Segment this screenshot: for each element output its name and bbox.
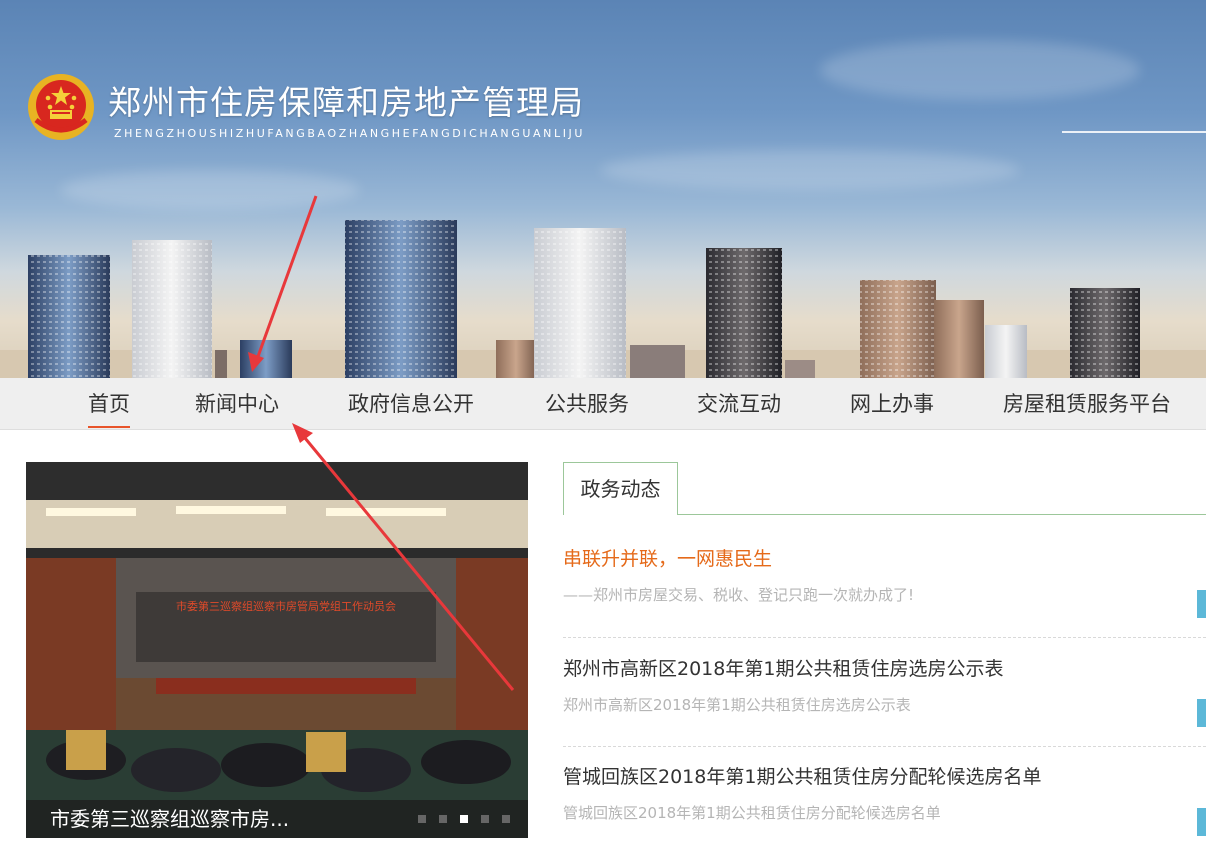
slider-pagination	[418, 815, 510, 823]
news-image-slider[interactable]: 市委第三巡察组巡察市房管局党组工作动员会 市委第三巡察组巡察市房...	[26, 462, 528, 838]
news-item[interactable]: 串联升并联，一网惠民生 ——郑州市房屋交易、税收、登记只跑一次就办成了!	[563, 544, 1206, 605]
slider-dot-active[interactable]	[460, 815, 468, 823]
tab-gov-affairs[interactable]: 政务动态	[563, 462, 678, 515]
news-summary: 郑州市高新区2018年第1期公共租赁住房选房公示表	[563, 696, 911, 714]
site-subtitle: ZHENGZHOUSHIZHUFANGBAOZHANGHEFANGDICHANG…	[114, 127, 586, 140]
news-divider	[563, 637, 1206, 638]
slider-dot[interactable]	[439, 815, 447, 823]
news-marker	[1197, 699, 1206, 727]
news-summary: ——郑州市房屋交易、税收、登记只跑一次就办成了!	[563, 586, 915, 604]
site-title: 郑州市住房保障和房地产管理局	[108, 83, 584, 122]
news-title[interactable]: 管城回族区2018年第1期公共租赁住房分配轮候选房名单	[563, 762, 1206, 789]
news-marker	[1197, 590, 1206, 618]
nav-item-interaction[interactable]: 交流互动	[697, 378, 781, 430]
news-title[interactable]: 串联升并联，一网惠民生	[563, 544, 1206, 571]
meeting-photo: 市委第三巡察组巡察市房管局党组工作动员会	[26, 500, 528, 838]
slider-dot[interactable]	[502, 815, 510, 823]
nav-item-home[interactable]: 首页	[88, 378, 130, 430]
slider-dot[interactable]	[418, 815, 426, 823]
news-summary: 管城回族区2018年第1期公共租赁住房分配轮候选房名单	[563, 804, 941, 822]
slide-caption-bar: 市委第三巡察组巡察市房...	[26, 800, 528, 838]
nav-item-public-service[interactable]: 公共服务	[545, 378, 629, 430]
meeting-banner-text: 市委第三巡察组巡察市房管局党组工作动员会	[176, 599, 396, 613]
nav-item-gov-info[interactable]: 政府信息公开	[348, 378, 474, 430]
nav-item-news-center[interactable]: 新闻中心	[195, 378, 279, 430]
national-emblem-icon	[28, 74, 94, 140]
header-banner: 郑州市住房保障和房地产管理局 ZHENGZHOUSHIZHUFANGBAOZHA…	[0, 0, 1206, 378]
news-item[interactable]: 管城回族区2018年第1期公共租赁住房分配轮候选房名单 管城回族区2018年第1…	[563, 762, 1206, 823]
decorative-line	[1062, 131, 1206, 133]
nav-item-online-service[interactable]: 网上办事	[850, 378, 934, 430]
slide-caption[interactable]: 市委第三巡察组巡察市房...	[50, 800, 289, 838]
news-item[interactable]: 郑州市高新区2018年第1期公共租赁住房选房公示表 郑州市高新区2018年第1期…	[563, 654, 1206, 715]
main-navigation: 首页 新闻中心 政府信息公开 公共服务 交流互动 网上办事 房屋租赁服务平台	[0, 378, 1206, 430]
city-skyline-illustration	[0, 220, 1206, 378]
news-title[interactable]: 郑州市高新区2018年第1期公共租赁住房选房公示表	[563, 654, 1206, 681]
nav-item-rental-platform[interactable]: 房屋租赁服务平台	[1003, 378, 1171, 430]
news-marker	[1197, 808, 1206, 836]
slider-dot[interactable]	[481, 815, 489, 823]
news-divider	[563, 746, 1206, 747]
